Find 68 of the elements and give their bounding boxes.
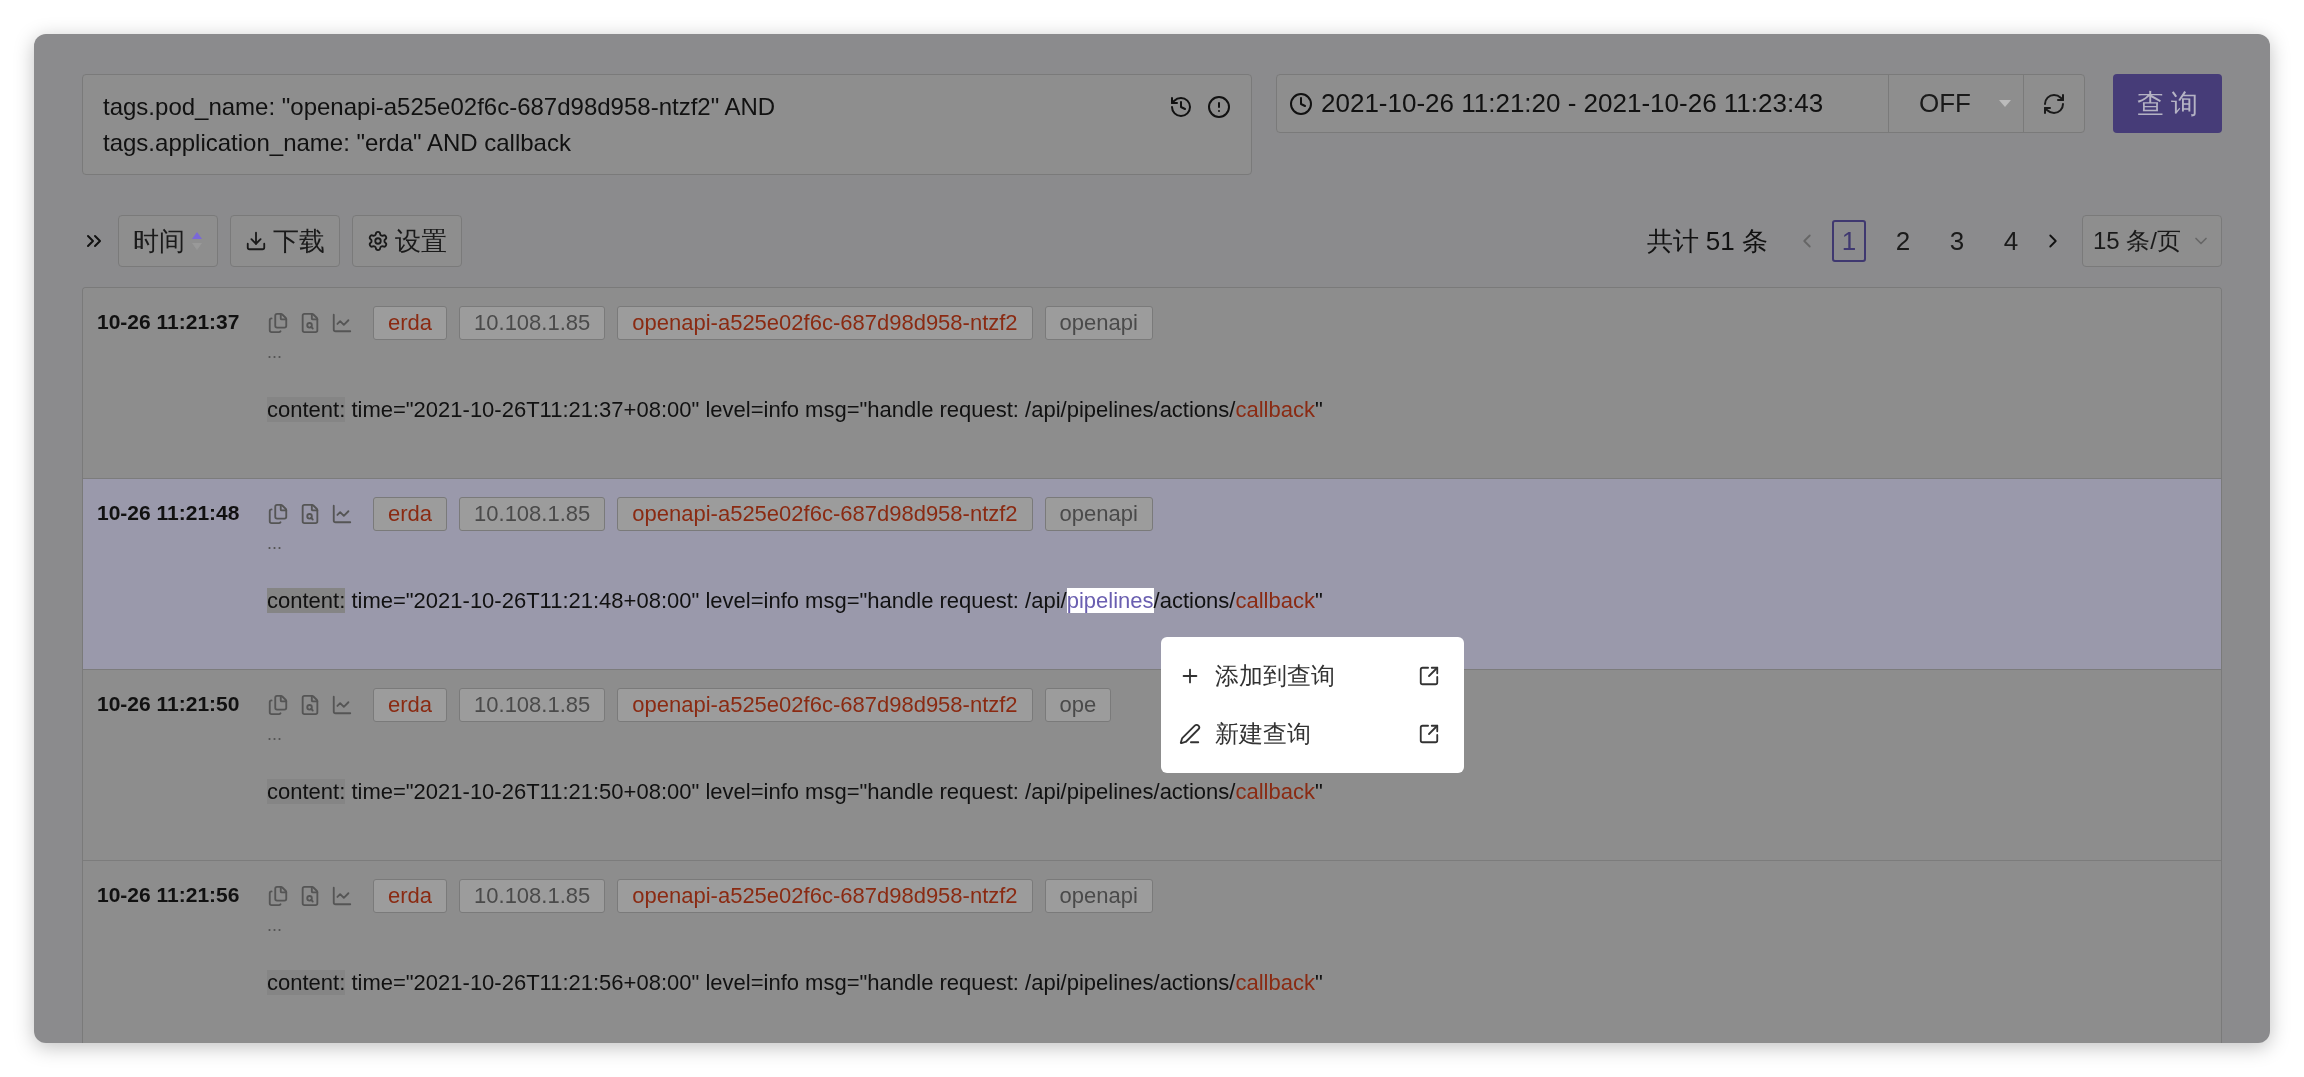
query-button[interactable]: 查 询	[2113, 74, 2222, 133]
chart-icon[interactable]	[331, 885, 353, 907]
copy-icon[interactable]	[267, 694, 289, 716]
log-tag[interactable]: openapi-a525e02f6c-687d98d958-ntzf2	[617, 497, 1033, 531]
log-tag[interactable]: openapi	[1044, 306, 1153, 340]
log-tag[interactable]: openapi-a525e02f6c-687d98d958-ntzf2	[617, 306, 1033, 340]
query-text: tags.application_name: "erda" AND callback	[103, 128, 572, 158]
time-range-text: 2021-10-26 11:21:20 - 2021-10-26 11:23:43	[1321, 88, 1824, 119]
sort-icon	[191, 230, 203, 252]
log-content: content: time="2021-10-26T11:21:37+08:00" level=info msg="handle request: /api/pipelines/actions/callback"	[267, 397, 1323, 423]
settings-icon	[367, 230, 389, 252]
log-tag[interactable]: openapi-a525e02f6c-687d98d958-ntzf2	[617, 688, 1033, 722]
external-link-icon[interactable]	[1418, 665, 1440, 687]
log-time: 10-26 11:21:56	[97, 882, 241, 908]
copy-icon[interactable]	[267, 885, 289, 907]
file-search-icon[interactable]	[299, 694, 321, 716]
pen-icon	[1179, 723, 1201, 745]
file-search-icon[interactable]	[299, 312, 321, 334]
history-icon[interactable]	[1169, 95, 1193, 119]
ellipsis-text[interactable]: ...	[267, 533, 282, 554]
ellipsis-text[interactable]: ...	[267, 342, 282, 363]
download-icon	[245, 230, 267, 252]
log-tag[interactable]: openapi-a525e02f6c-687d98d958-ntzf2	[617, 879, 1033, 913]
query-field[interactable]: tags.pod_name: "openapi-a525e02f6c-687d98d958-ntzf2" AND tags.application_name: "erda" AND callback	[82, 74, 1252, 175]
page-button[interactable]: 2	[1886, 220, 1920, 262]
log-tag[interactable]: openapi	[1044, 497, 1153, 531]
file-search-icon[interactable]	[299, 503, 321, 525]
log-time: 10-26 11:21:37	[97, 309, 241, 335]
menu-item[interactable]: 添加到查询	[1161, 647, 1464, 705]
total-count: 共计 51 条	[1646, 224, 1768, 258]
log-tag[interactable]: ope	[1044, 688, 1112, 722]
log-content: content: time="2021-10-26T11:21:56+08:00" level=info msg="handle request: /api/pipelines/actions/callback"	[267, 970, 1323, 996]
external-link-icon[interactable]	[1418, 723, 1440, 745]
log-tag[interactable]: 10.108.1.85	[459, 688, 606, 722]
log-tag[interactable]: erda	[373, 688, 448, 722]
file-search-icon[interactable]	[299, 885, 321, 907]
settings-button[interactable]: 设置	[352, 215, 462, 267]
page-button[interactable]: 4	[1994, 220, 2028, 262]
log-content: content: time="2021-10-26T11:21:50+08:00" level=info msg="handle request: /api/pipelines/actions/callback"	[267, 779, 1323, 805]
ellipsis-text[interactable]: ...	[267, 724, 282, 745]
query-text: tags.pod_name: "openapi-a525e02f6c-687d98d958-ntzf2" AND	[103, 92, 776, 122]
ellipsis-text[interactable]: ...	[267, 915, 282, 936]
log-tag[interactable]: erda	[373, 306, 448, 340]
log-time: 10-26 11:21:48	[97, 500, 241, 526]
clock-icon	[1289, 91, 1313, 116]
log-tag[interactable]: 10.108.1.85	[459, 306, 606, 340]
sort-button[interactable]: 时间	[118, 215, 218, 267]
page-size-select[interactable]: 15 条/页	[2082, 215, 2222, 267]
log-tag[interactable]: erda	[373, 497, 448, 531]
log-time: 10-26 11:21:50	[97, 691, 241, 717]
log-tag[interactable]: erda	[373, 879, 448, 913]
log-tag[interactable]: openapi	[1044, 879, 1153, 913]
download-button[interactable]: 下载	[230, 215, 340, 267]
log-tag[interactable]: 10.108.1.85	[459, 497, 606, 531]
info-icon[interactable]	[1207, 95, 1231, 119]
chart-icon[interactable]	[331, 312, 353, 334]
copy-icon[interactable]	[267, 312, 289, 334]
menu-item[interactable]: 新建查询	[1161, 705, 1464, 763]
chart-icon[interactable]	[331, 694, 353, 716]
chart-icon[interactable]	[331, 503, 353, 525]
time-range-field[interactable]: 2021-10-26 11:21:20 - 2021-10-26 11:23:43	[1277, 75, 1889, 132]
page-button[interactable]: 1	[1832, 220, 1866, 262]
caret-icon	[1999, 99, 2011, 108]
page-button[interactable]: 3	[1940, 220, 1974, 262]
log-tag[interactable]: 10.108.1.85	[459, 879, 606, 913]
refresh-icon	[2042, 91, 2066, 116]
copy-icon[interactable]	[267, 503, 289, 525]
refresh-select[interactable]: OFF	[1889, 75, 2024, 132]
